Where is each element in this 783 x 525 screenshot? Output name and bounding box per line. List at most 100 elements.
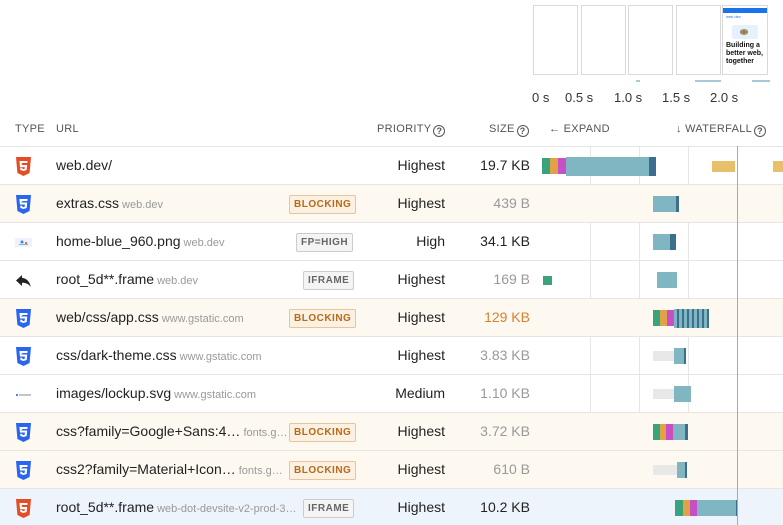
iframe-badge: IFRAME [303,271,355,290]
download-segment [674,386,691,402]
col-url[interactable]: URL [56,123,79,135]
table-header: TYPE URL PRIORITY? SIZE? ← EXPAND ↓ WATE… [0,118,783,146]
table-row[interactable]: root_5d**.frame web-dot-devsite-v2-prod-3… [0,488,783,525]
time-tick: 0.5 s [565,90,594,105]
request-domain: web.dev [183,237,225,249]
request-url: extras.css web.dev [56,195,163,211]
progress-mark [636,80,640,82]
request-name: root_5d**.frame [56,499,155,515]
time-tick: 1.0 s [614,90,643,105]
wait-segment [653,351,674,361]
priority: Highest [397,347,445,363]
download-segment [685,424,688,440]
filmstrip-frame[interactable] [628,5,673,75]
html-icon [16,499,31,518]
request-url: web/css/app.css www.gstatic.com [56,309,244,325]
size: 610 B [493,461,530,477]
col-type[interactable]: TYPE [15,123,45,135]
waterfall-bar[interactable] [541,489,783,525]
dns-segment [675,500,683,516]
size: 3.72 KB [480,423,530,439]
priority: High [416,233,445,249]
request-domain: www.gstatic.com [161,313,244,325]
filmstrip-frame-final[interactable]: web.dev Building a better web, together [722,5,768,75]
frame-headline: Building a better web, together [726,42,763,65]
dns-segment [542,158,550,174]
table-row[interactable]: extras.css web.dev BLOCKING Highest 439 B [0,184,783,222]
help-icon[interactable]: ? [754,125,767,137]
request-domain: web-dot-devsite-v2-prod-3… [157,503,297,515]
wait-segment [653,465,677,475]
help-icon[interactable]: ? [433,125,446,137]
size: 169 B [493,271,530,287]
filmstrip-frame[interactable] [676,5,721,75]
size: 34.1 KB [480,233,530,249]
table-row[interactable]: web/css/app.css www.gstatic.com BLOCKING … [0,298,783,336]
help-icon[interactable]: ? [516,125,529,137]
connect-segment [550,158,558,174]
size: 439 B [493,195,530,211]
request-name: home-blue_960.png [56,233,181,249]
download-segment [685,462,687,478]
col-waterfall[interactable]: ↓ WATERFALL? [676,123,767,137]
time-tick: 1.5 s [662,90,691,105]
dns-segment [543,276,552,285]
image-icon [15,238,32,247]
wait-segment [653,389,674,399]
priority: Highest [397,271,445,287]
table-row[interactable]: root_5d**.frame web.dev IFRAME Highest 16… [0,260,783,298]
size: 19.7 KB [480,157,530,173]
expand-button[interactable]: ← EXPAND [549,123,610,135]
col-size[interactable]: SIZE? [489,123,529,137]
ssl-segment [667,310,674,326]
download-segment [697,500,736,516]
download-segment [673,424,685,440]
table-row[interactable]: home-blue_960.png web.dev FP=HIGH High 34… [0,222,783,260]
css-icon [16,309,31,328]
time-tick: 0 s [532,90,550,105]
fp-high-badge: FP=HIGH [296,233,354,252]
download-segment [653,234,670,250]
table-row[interactable]: css2?family=Material+Icon… fonts.g… BLOCK… [0,450,783,488]
progress-mark [752,80,770,82]
filmstrip-frame[interactable] [581,5,626,75]
waterfall-bar[interactable] [541,451,783,489]
request-url: web.dev/ [56,157,112,173]
table-row[interactable]: css?family=Google+Sans:4… fonts.g… BLOCKI… [0,412,783,450]
download-segment [566,157,649,176]
waterfall-bar[interactable] [541,185,783,223]
progress-mark [695,80,721,82]
request-domain: web.dev [157,275,199,287]
table-row[interactable]: images/lockup.svg www.gstatic.com Medium … [0,374,783,412]
request-url: css2?family=Material+Icon… fonts.g… [56,461,286,477]
filmstrip-frame[interactable] [533,5,578,75]
request-url: home-blue_960.png web.dev [56,233,225,249]
waterfall-bar[interactable] [541,337,783,375]
waterfall-bar[interactable] [541,299,783,337]
ssl-segment [666,424,673,440]
request-domain: www.gstatic.com [179,351,262,363]
css-icon [16,347,31,366]
waterfall-bar[interactable] [541,261,783,299]
iframe-badge: IFRAME [303,499,355,518]
css-icon [16,461,31,480]
ssl-segment [690,500,697,516]
blocking-badge: BLOCKING [289,309,357,328]
table-row[interactable]: web.dev/ Highest 19.7 KB [0,146,783,184]
waterfall-bar[interactable] [541,375,783,413]
dns-segment [653,424,660,440]
waterfall-bar[interactable] [541,147,783,185]
waterfall-bar[interactable] [541,223,783,261]
waterfall-bar[interactable] [541,413,783,451]
blocking-badge: BLOCKING [289,461,357,480]
download-segment [684,348,686,364]
col-priority[interactable]: PRIORITY? [377,123,446,137]
request-name: css/dark-theme.css [56,347,177,363]
frame-illustration [732,25,758,39]
request-name: images/lockup.svg [56,385,172,401]
ssl-segment [558,158,566,174]
download-segment [676,196,679,212]
table-row[interactable]: css/dark-theme.css www.gstatic.com Highes… [0,336,783,374]
html-icon [16,157,31,176]
download-segment [674,348,684,364]
